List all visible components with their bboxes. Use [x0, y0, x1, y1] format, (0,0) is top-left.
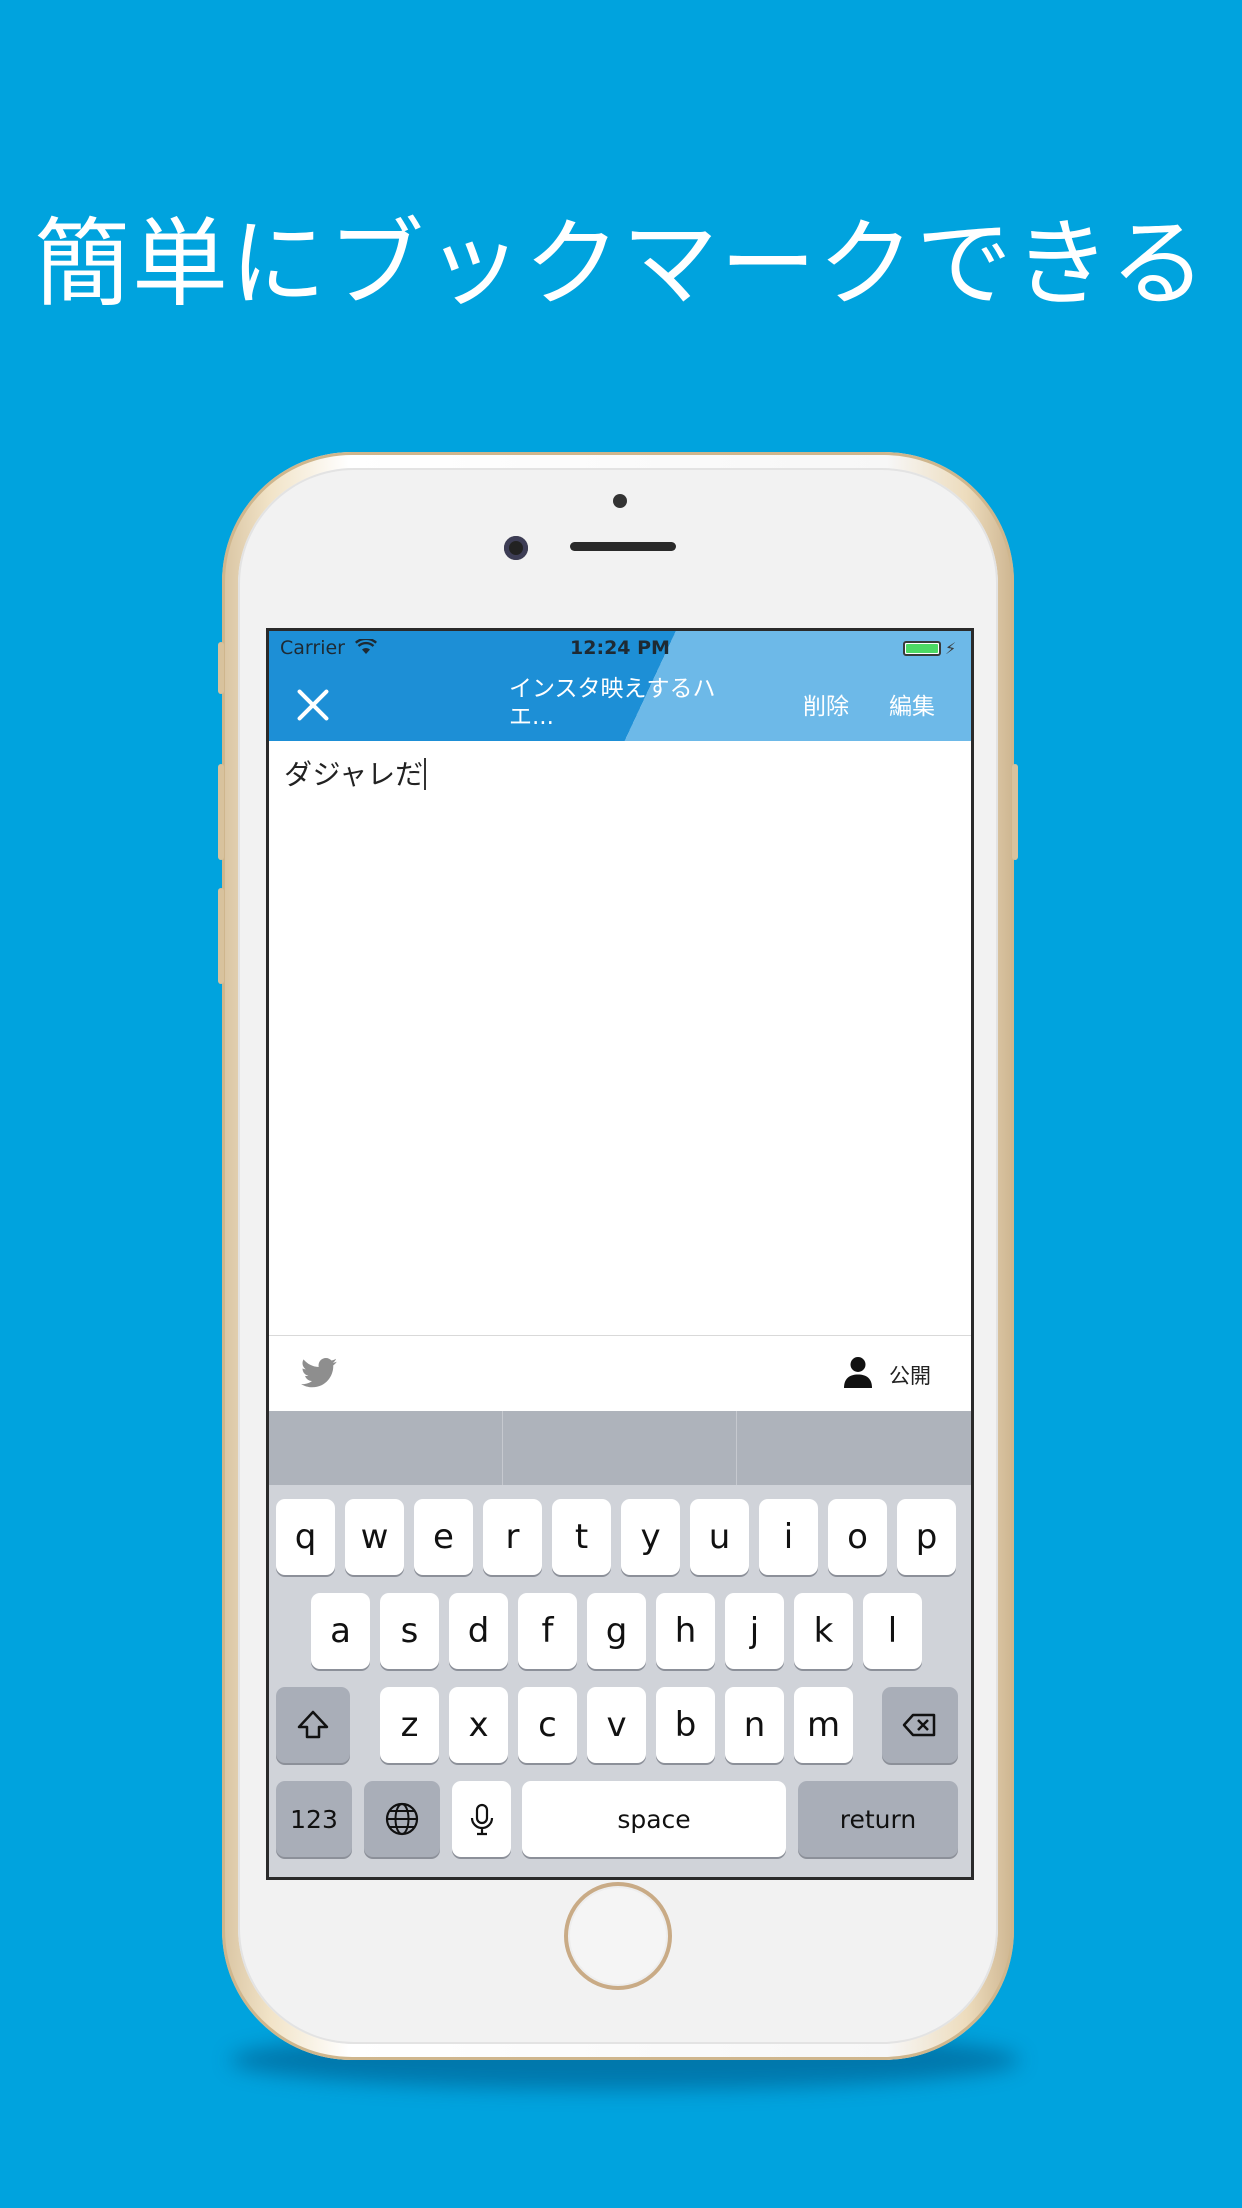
key-f[interactable]: f: [518, 1593, 577, 1669]
key-e[interactable]: e: [414, 1499, 473, 1575]
key-m[interactable]: m: [794, 1687, 853, 1763]
key-k[interactable]: k: [794, 1593, 853, 1669]
shift-key[interactable]: [276, 1687, 350, 1763]
suggestion-divider: [736, 1411, 737, 1485]
page-title: インスタ映えするハエ...: [509, 676, 716, 730]
key-w[interactable]: w: [345, 1499, 404, 1575]
edit-button[interactable]: 編集: [889, 687, 935, 721]
key-j[interactable]: j: [725, 1593, 784, 1669]
volume-down-button: [218, 888, 224, 984]
key-u[interactable]: u: [690, 1499, 749, 1575]
charging-bolt-icon: ⚡: [945, 639, 957, 658]
key-s[interactable]: s: [380, 1593, 439, 1669]
key-n[interactable]: n: [725, 1687, 784, 1763]
twitter-icon[interactable]: [301, 1358, 337, 1388]
key-x[interactable]: x: [449, 1687, 508, 1763]
front-camera: [504, 536, 528, 560]
proximity-sensor: [613, 494, 627, 508]
key-i[interactable]: i: [759, 1499, 818, 1575]
key-a[interactable]: a: [311, 1593, 370, 1669]
globe-icon: [385, 1802, 419, 1836]
shift-icon: [297, 1710, 329, 1739]
key-o[interactable]: o: [828, 1499, 887, 1575]
backspace-icon: [902, 1713, 936, 1737]
editor-content: ダジャレだ: [284, 758, 424, 791]
volume-up-button: [218, 764, 224, 860]
key-c[interactable]: c: [518, 1687, 577, 1763]
headline: 簡単にブックマークできる: [33, 208, 1209, 320]
phone-frame: Carrier 12:24 PM ⚡ インスタ映えするハエ... 削除 編集 ダ…: [218, 452, 1018, 2060]
navigation-bar: Carrier 12:24 PM ⚡ インスタ映えするハエ... 削除 編集: [269, 631, 971, 741]
microphone-icon: [470, 1803, 493, 1836]
key-g[interactable]: g: [587, 1593, 646, 1669]
key-q[interactable]: q: [276, 1499, 335, 1575]
text-editor[interactable]: ダジャレだ: [269, 741, 971, 1335]
delete-button[interactable]: 削除: [803, 687, 849, 721]
status-bar: Carrier 12:24 PM ⚡: [269, 631, 971, 663]
bottom-toolbar: 公開: [269, 1335, 971, 1411]
return-key[interactable]: return: [798, 1781, 958, 1857]
key-r[interactable]: r: [483, 1499, 542, 1575]
visibility-label[interactable]: 公開: [889, 1360, 931, 1390]
keyboard: q w e r t y u i o p a s d f g h j k l z: [269, 1411, 971, 1877]
key-p[interactable]: p: [897, 1499, 956, 1575]
editor-text: ダジャレだ: [284, 753, 427, 793]
power-button: [1012, 764, 1018, 860]
suggestion-divider: [502, 1411, 503, 1485]
key-d[interactable]: d: [449, 1593, 508, 1669]
space-key[interactable]: space: [522, 1781, 786, 1857]
user-icon[interactable]: [843, 1356, 873, 1388]
close-icon[interactable]: [295, 687, 331, 723]
home-button[interactable]: [564, 1882, 672, 1990]
numbers-key[interactable]: 123: [276, 1781, 352, 1857]
backspace-key[interactable]: [882, 1687, 958, 1763]
battery-level: [906, 644, 938, 653]
battery-icon: [903, 641, 941, 656]
status-time: 12:24 PM: [570, 637, 670, 659]
key-t[interactable]: t: [552, 1499, 611, 1575]
suggestion-bar: [269, 1411, 971, 1485]
key-y[interactable]: y: [621, 1499, 680, 1575]
key-l[interactable]: l: [863, 1593, 922, 1669]
key-b[interactable]: b: [656, 1687, 715, 1763]
globe-key[interactable]: [364, 1781, 440, 1857]
key-v[interactable]: v: [587, 1687, 646, 1763]
key-z[interactable]: z: [380, 1687, 439, 1763]
text-caret: [424, 758, 427, 790]
key-h[interactable]: h: [656, 1593, 715, 1669]
app-screen: Carrier 12:24 PM ⚡ インスタ映えするハエ... 削除 編集 ダ…: [269, 631, 971, 1877]
mute-switch: [218, 642, 224, 694]
earpiece-speaker: [570, 542, 676, 551]
dictation-key[interactable]: [452, 1781, 511, 1857]
